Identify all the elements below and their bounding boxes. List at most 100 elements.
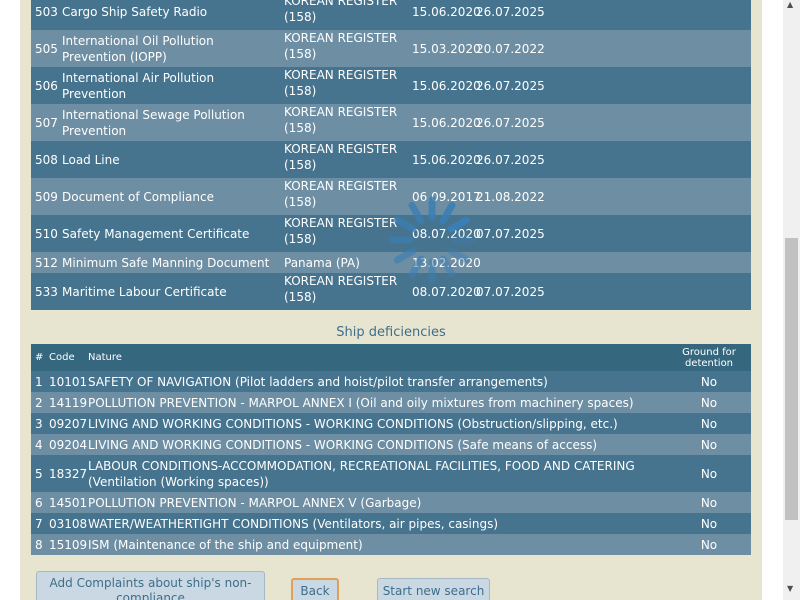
table-row: 509 Document of Compliance KOREAN REGIST… xyxy=(31,178,751,215)
cert-issued: 15.06.2020 xyxy=(412,4,481,19)
def-nature: POLLUTION PREVENTION - MARPOL ANNEX V (G… xyxy=(88,495,422,510)
cert-issued: 08.07.2020 xyxy=(412,284,481,299)
scrollbar-thumb[interactable] xyxy=(785,238,798,520)
main-panel: 503 Cargo Ship Safety Radio KOREAN REGIS… xyxy=(20,0,762,600)
table-row: 2 14119 POLLUTION PREVENTION - MARPOL AN… xyxy=(31,392,751,413)
table-row: 508 Load Line KOREAN REGISTER (158) 15.0… xyxy=(31,141,751,178)
def-code: 03108 xyxy=(49,516,88,531)
def-ground: No xyxy=(700,374,718,389)
def-nature: ISM (Maintenance of the ship and equipme… xyxy=(88,537,363,552)
cert-name: Minimum Safe Manning Document xyxy=(62,255,270,270)
header-ground: Ground for detention xyxy=(682,346,736,369)
start-new-search-button[interactable]: Start new search xyxy=(377,578,490,600)
add-complaints-button[interactable]: Add Complaints about ship's non-complian… xyxy=(36,571,265,600)
table-row: 506 International Air Pollution Preventi… xyxy=(31,67,751,104)
cert-id: 506 xyxy=(35,78,58,93)
def-ground: No xyxy=(700,516,718,531)
cert-id: 505 xyxy=(35,41,58,56)
table-header: # Code Nature Ground for detention xyxy=(31,344,751,371)
cert-issued: 13.02.2020 xyxy=(412,255,481,270)
cert-id: 512 xyxy=(35,255,58,270)
table-row: 533 Maritime Labour Certificate KOREAN R… xyxy=(31,273,751,310)
cert-expires: 26.07.2025 xyxy=(476,4,545,19)
cert-issued: 08.07.2020 xyxy=(412,226,481,241)
vertical-scrollbar[interactable]: ▲ ▼ xyxy=(783,0,800,600)
cert-authority: KOREAN REGISTER (158) xyxy=(284,31,398,61)
cert-authority: KOREAN REGISTER (158) xyxy=(284,142,398,172)
def-num: 5 xyxy=(35,466,43,481)
scroll-up-arrow-icon[interactable]: ▲ xyxy=(787,0,793,9)
cert-authority: KOREAN REGISTER (158) xyxy=(284,0,398,24)
def-num: 8 xyxy=(35,537,43,552)
cert-name: International Air Pollution Prevention xyxy=(62,70,215,101)
table-row: 507 International Sewage Pollution Preve… xyxy=(31,104,751,141)
def-code: 15109 xyxy=(49,537,88,552)
cert-id: 507 xyxy=(35,115,58,130)
cert-id: 503 xyxy=(35,4,58,19)
cert-name: Load Line xyxy=(62,152,120,167)
scroll-down-arrow-icon[interactable]: ▼ xyxy=(787,584,793,593)
certificates-table: 503 Cargo Ship Safety Radio KOREAN REGIS… xyxy=(31,0,751,310)
table-row: 512 Minimum Safe Manning Document Panama… xyxy=(31,252,751,273)
def-code: 09207 xyxy=(49,416,88,431)
cert-name: Safety Management Certificate xyxy=(62,226,250,241)
def-code: 14119 xyxy=(49,395,88,410)
def-ground: No xyxy=(700,466,718,481)
cert-issued: 15.06.2020 xyxy=(412,115,481,130)
cert-name: International Oil Pollution Prevention (… xyxy=(62,33,214,64)
cert-name: International Sewage Pollution Preventio… xyxy=(62,107,245,138)
header-num: # xyxy=(35,351,44,363)
cert-expires xyxy=(476,252,541,273)
def-nature: LIVING AND WORKING CONDITIONS - WORKING … xyxy=(88,416,618,431)
cert-expires: 26.07.2025 xyxy=(476,152,545,167)
cert-id: 508 xyxy=(35,152,58,167)
def-num: 1 xyxy=(35,374,43,389)
cert-authority: KOREAN REGISTER (158) xyxy=(284,179,398,209)
def-num: 4 xyxy=(35,437,43,452)
table-row: 6 14501 POLLUTION PREVENTION - MARPOL AN… xyxy=(31,492,751,513)
deficiencies-title: Ship deficiencies xyxy=(336,325,446,340)
cert-expires: 26.07.2025 xyxy=(476,78,545,93)
cert-name: Maritime Labour Certificate xyxy=(62,284,227,299)
def-nature: LABOUR CONDITIONS-ACCOMMODATION, RECREAT… xyxy=(88,458,635,489)
def-num: 6 xyxy=(35,495,43,510)
table-row: 7 03108 WATER/WEATHERTIGHT CONDITIONS (V… xyxy=(31,513,751,534)
def-ground: No xyxy=(700,537,718,552)
cert-id: 533 xyxy=(35,284,58,299)
cert-authority: KOREAN REGISTER (158) xyxy=(284,216,398,246)
def-code: 10101 xyxy=(49,374,88,389)
table-row: 8 15109 ISM (Maintenance of the ship and… xyxy=(31,534,751,555)
def-num: 7 xyxy=(35,516,43,531)
def-code: 18327 xyxy=(49,466,88,481)
back-button[interactable]: Back xyxy=(291,578,339,600)
def-nature: SAFETY OF NAVIGATION (Pilot ladders and … xyxy=(88,374,548,389)
def-code: 09204 xyxy=(49,437,88,452)
def-num: 3 xyxy=(35,416,43,431)
cert-authority: KOREAN REGISTER (158) xyxy=(284,105,398,135)
table-row: 1 10101 SAFETY OF NAVIGATION (Pilot ladd… xyxy=(31,371,751,392)
cert-expires: 07.07.2025 xyxy=(476,284,545,299)
def-nature: WATER/WEATHERTIGHT CONDITIONS (Ventilato… xyxy=(88,516,499,531)
header-nature: Nature xyxy=(88,351,122,363)
cert-authority: Panama (PA) xyxy=(284,255,360,270)
def-nature: POLLUTION PREVENTION - MARPOL ANNEX I (O… xyxy=(88,395,634,410)
def-nature: LIVING AND WORKING CONDITIONS - WORKING … xyxy=(88,437,598,452)
cert-expires: 26.07.2025 xyxy=(476,115,545,130)
table-row: 3 09207 LIVING AND WORKING CONDITIONS - … xyxy=(31,413,751,434)
def-code: 14501 xyxy=(49,495,88,510)
header-code: Code xyxy=(49,351,75,363)
def-ground: No xyxy=(700,495,718,510)
table-row: 503 Cargo Ship Safety Radio KOREAN REGIS… xyxy=(31,0,751,30)
cert-issued: 15.06.2020 xyxy=(412,152,481,167)
cert-expires: 20.07.2022 xyxy=(476,41,545,56)
cert-name: Document of Compliance xyxy=(62,189,214,204)
cert-expires: 07.07.2025 xyxy=(476,226,545,241)
table-row: 510 Safety Management Certificate KOREAN… xyxy=(31,215,751,252)
cert-issued: 06.09.2017 xyxy=(412,189,481,204)
deficiencies-table: # Code Nature Ground for detention 1 101… xyxy=(31,344,751,555)
cert-id: 510 xyxy=(35,226,58,241)
cert-issued: 15.06.2020 xyxy=(412,78,481,93)
def-ground: No xyxy=(700,395,718,410)
def-ground: No xyxy=(700,437,718,452)
def-ground: No xyxy=(700,416,718,431)
